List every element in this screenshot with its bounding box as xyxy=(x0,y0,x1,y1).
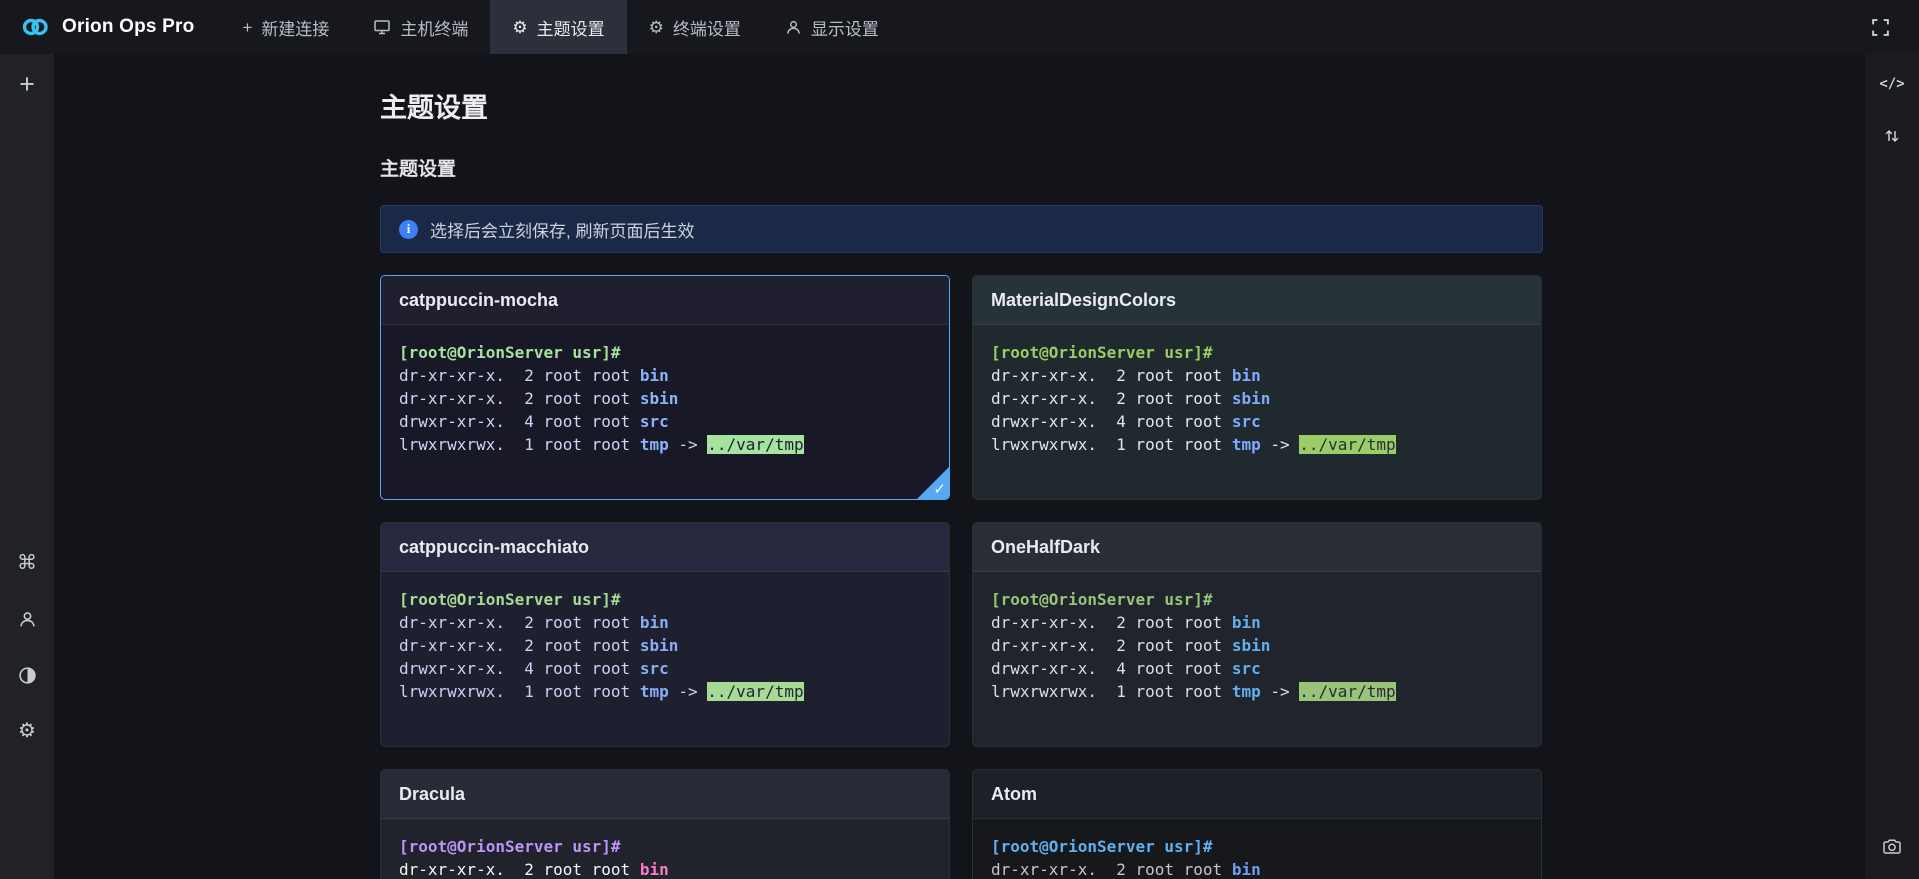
theme-card-catppuccin-macchiato[interactable]: catppuccin-macchiato [root@OrionServer u… xyxy=(380,522,950,747)
section-title: 主题设置 xyxy=(380,158,1543,181)
theme-card-catppuccin-mocha[interactable]: catppuccin-mocha [root@OrionServer usr]#… xyxy=(380,275,950,500)
nav-host-terminal[interactable]: 主机终端 xyxy=(351,0,490,54)
theme-card-header: Atom xyxy=(973,770,1541,819)
theme-name: Dracula xyxy=(399,784,465,805)
terminal-line: [root@OrionServer usr]# xyxy=(991,588,1523,611)
terminal-line: dr-xr-xr-x. 2 root root bin xyxy=(399,611,931,634)
nav-label-theme-settings: 主题设置 xyxy=(537,15,605,40)
theme-card-header: MaterialDesignColors xyxy=(973,276,1541,325)
theme-name: OneHalfDark xyxy=(991,537,1100,558)
check-icon: ✓ xyxy=(933,480,946,498)
user-icon xyxy=(785,19,802,36)
fullscreen-icon xyxy=(1871,18,1890,37)
terminal-preview: [root@OrionServer usr]#dr-xr-xr-x. 2 roo… xyxy=(973,819,1541,879)
theme-card-MaterialDesignColors[interactable]: MaterialDesignColors [root@OrionServer u… xyxy=(972,275,1542,500)
theme-name: MaterialDesignColors xyxy=(991,290,1176,311)
terminal-line: dr-xr-xr-x. 2 root root sbin xyxy=(399,387,931,410)
add-connection-button[interactable]: + xyxy=(8,66,46,102)
terminal-line: dr-xr-xr-x. 2 root root sbin xyxy=(399,634,931,657)
nav-display-settings[interactable]: 显示设置 xyxy=(763,0,901,54)
page-title: 主题设置 xyxy=(380,92,1543,124)
terminal-line: dr-xr-xr-x. 2 root root sbin xyxy=(991,634,1523,657)
alert-text: 选择后会立刻保存, 刷新页面后生效 xyxy=(430,217,694,242)
terminal-line: [root@OrionServer usr]# xyxy=(399,341,931,364)
terminal-line: [root@OrionServer usr]# xyxy=(991,341,1523,364)
plus-icon: + xyxy=(242,19,252,36)
terminal-line: dr-xr-xr-x. 2 root root sbin xyxy=(991,387,1523,410)
theme-icon xyxy=(18,666,37,685)
code-icon: </> xyxy=(1879,76,1904,92)
theme-card-Dracula[interactable]: Dracula [root@OrionServer usr]#dr-xr-xr-… xyxy=(380,769,950,879)
nav-label-terminal-settings: 终端设置 xyxy=(673,15,741,40)
theme-card-header: catppuccin-macchiato xyxy=(381,523,949,572)
terminal-line: drwxr-xr-x. 4 root root src xyxy=(399,657,931,680)
terminal-line: lrwxrwxrwx. 1 root root tmp -> ../var/tm… xyxy=(399,433,931,456)
app-brand: Orion Ops Pro xyxy=(0,0,220,54)
plus-icon: + xyxy=(19,69,35,100)
nav-label-new-connection: 新建连接 xyxy=(261,15,329,40)
app-logo-icon xyxy=(20,12,50,42)
terminal-icon xyxy=(373,18,391,36)
info-alert: i 选择后会立刻保存, 刷新页面后生效 xyxy=(380,205,1543,253)
sort-button[interactable] xyxy=(1873,118,1911,154)
theme-grid: catppuccin-mocha [root@OrionServer usr]#… xyxy=(380,275,1543,879)
command-palette-button[interactable]: ⌘ xyxy=(8,545,46,581)
settings-button[interactable]: ⚙ xyxy=(8,713,46,749)
gear-icon: ⚙ xyxy=(649,19,664,36)
terminal-line: drwxr-xr-x. 4 root root src xyxy=(399,410,931,433)
app-title: Orion Ops Pro xyxy=(62,16,194,38)
user-profile-button[interactable] xyxy=(8,601,46,637)
terminal-line: lrwxrwxrwx. 1 root root tmp -> ../var/tm… xyxy=(991,433,1523,456)
terminal-preview: [root@OrionServer usr]#dr-xr-xr-x. 2 roo… xyxy=(381,325,949,456)
nav-new-connection[interactable]: + 新建连接 xyxy=(220,0,351,54)
terminal-line: drwxr-xr-x. 4 root root src xyxy=(991,657,1523,680)
left-sidebar: + ⌘ ⚙ xyxy=(0,54,54,879)
terminal-line: lrwxrwxrwx. 1 root root tmp -> ../var/tm… xyxy=(399,680,931,703)
terminal-line: dr-xr-xr-x. 2 root root bin xyxy=(991,858,1523,879)
theme-name: Atom xyxy=(991,784,1037,805)
terminal-line: dr-xr-xr-x. 2 root root bin xyxy=(991,364,1523,387)
terminal-line: dr-xr-xr-x. 2 root root bin xyxy=(399,364,931,387)
terminal-line: [root@OrionServer usr]# xyxy=(399,588,931,611)
nav-label-display-settings: 显示设置 xyxy=(811,15,879,40)
main-content: 主题设置 主题设置 i 选择后会立刻保存, 刷新页面后生效 catppuccin… xyxy=(54,54,1865,879)
theme-name: catppuccin-mocha xyxy=(399,290,558,311)
theme-toggle-button[interactable] xyxy=(8,657,46,693)
theme-card-header: OneHalfDark xyxy=(973,523,1541,572)
gear-icon: ⚙ xyxy=(18,721,36,741)
nav-theme-settings[interactable]: ⚙ 主题设置 xyxy=(490,0,626,54)
theme-card-header: catppuccin-mocha xyxy=(381,276,949,325)
nav-label-host-terminal: 主机终端 xyxy=(400,15,468,40)
screenshot-button[interactable] xyxy=(1873,829,1911,865)
top-navbar: Orion Ops Pro + 新建连接 主机终端 ⚙ 主题设置 ⚙ 终端设置 … xyxy=(0,0,1919,54)
terminal-line: dr-xr-xr-x. 2 root root bin xyxy=(991,611,1523,634)
fullscreen-button[interactable] xyxy=(1861,9,1899,45)
terminal-line: lrwxrwxrwx. 1 root root tmp -> ../var/tm… xyxy=(991,680,1523,703)
camera-icon xyxy=(1882,837,1902,857)
terminal-preview: [root@OrionServer usr]#dr-xr-xr-x. 2 roo… xyxy=(381,819,949,879)
nav-terminal-settings[interactable]: ⚙ 终端设置 xyxy=(627,0,763,54)
right-sidebar: </> xyxy=(1865,54,1919,879)
terminal-preview: [root@OrionServer usr]#dr-xr-xr-x. 2 roo… xyxy=(973,325,1541,456)
code-view-button[interactable]: </> xyxy=(1873,66,1911,102)
terminal-line: dr-xr-xr-x. 2 root root bin xyxy=(399,858,931,879)
theme-card-Atom[interactable]: Atom [root@OrionServer usr]#dr-xr-xr-x. … xyxy=(972,769,1542,879)
terminal-preview: [root@OrionServer usr]#dr-xr-xr-x. 2 roo… xyxy=(381,572,949,703)
terminal-line: [root@OrionServer usr]# xyxy=(399,835,931,858)
terminal-line: [root@OrionServer usr]# xyxy=(991,835,1523,858)
info-icon: i xyxy=(399,220,418,239)
gear-icon: ⚙ xyxy=(512,19,527,36)
command-icon: ⌘ xyxy=(17,553,37,573)
theme-name: catppuccin-macchiato xyxy=(399,537,589,558)
theme-card-OneHalfDark[interactable]: OneHalfDark [root@OrionServer usr]#dr-xr… xyxy=(972,522,1542,747)
user-icon xyxy=(18,610,37,629)
terminal-preview: [root@OrionServer usr]#dr-xr-xr-x. 2 roo… xyxy=(973,572,1541,703)
terminal-line: drwxr-xr-x. 4 root root src xyxy=(991,410,1523,433)
theme-card-header: Dracula xyxy=(381,770,949,819)
sort-icon xyxy=(1883,127,1901,145)
